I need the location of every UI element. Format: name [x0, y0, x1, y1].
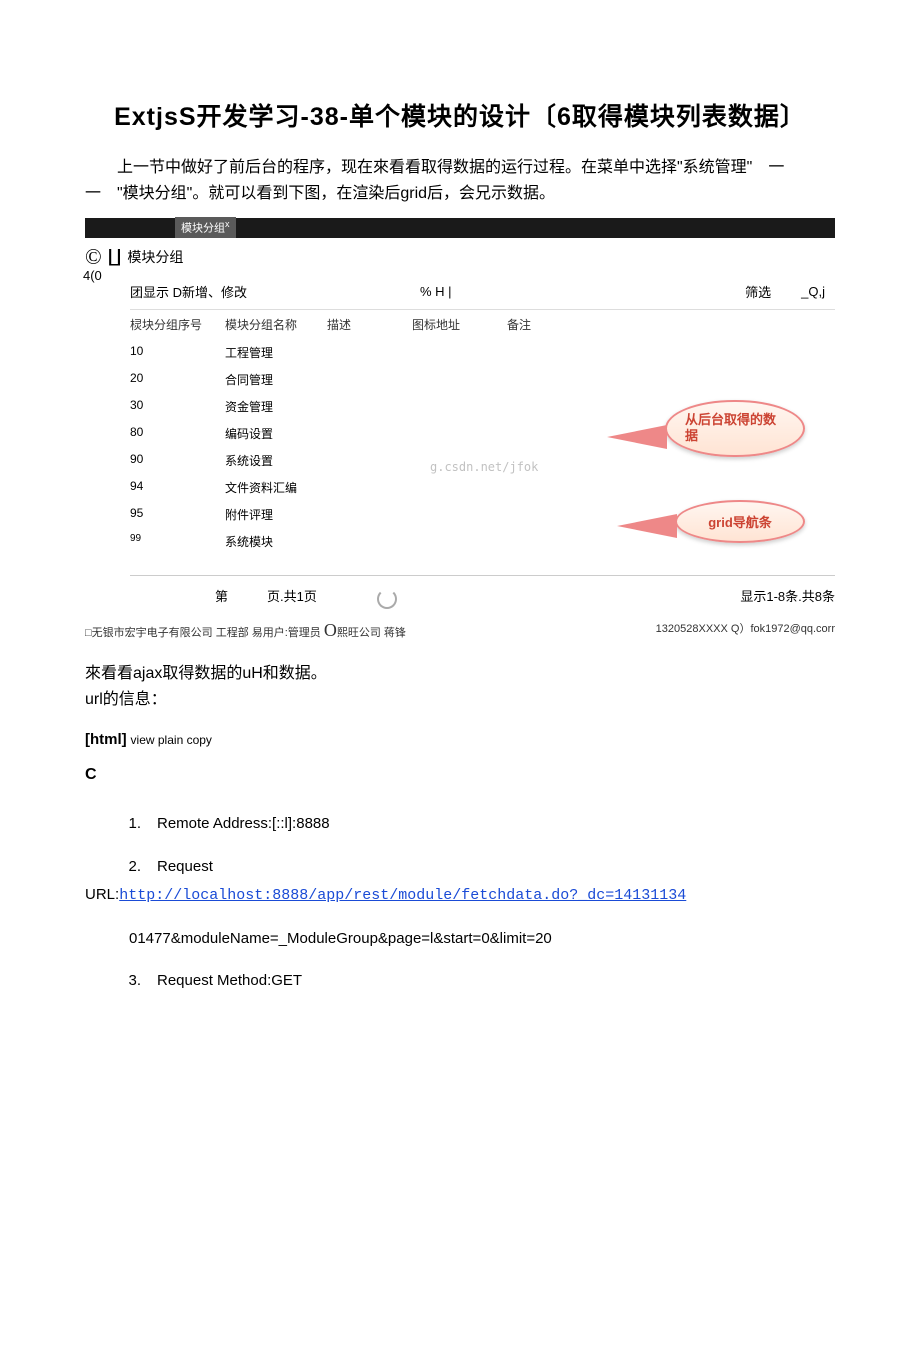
- list-item: Request Method:GET: [157, 972, 302, 989]
- pager-page[interactable]: 第 页.共1页: [215, 586, 317, 605]
- list-item: 01477&moduleName=_ModuleGroup&page=l&sta…: [85, 925, 835, 954]
- refresh-icon[interactable]: [377, 589, 397, 609]
- tab-bar: 模块分组x: [85, 218, 835, 238]
- code-label: [html] view plain copy: [85, 731, 835, 748]
- col-seq: 棂块分组序号: [130, 316, 225, 333]
- page-title: ExtjsS开发学习-38-单个模块的设计〔6取得模块列表数据〕: [85, 97, 835, 133]
- view-plain-copy[interactable]: view plain copy: [131, 733, 212, 747]
- status-left: □无银市宏宇电子有限公司 工程部 易用户:管理员 O熙旺公司 蒋锋: [85, 620, 406, 641]
- callout-data: 从后台取得的数据: [665, 400, 805, 458]
- list-item: Request: [157, 858, 213, 875]
- grid-header: 棂块分组序号 模块分组名称 描述 图标地址 备注: [130, 310, 835, 339]
- col-name: 模块分组名称: [225, 316, 327, 333]
- c-letter: C: [85, 766, 835, 784]
- group-title: 模块分组: [127, 247, 183, 267]
- ajax-text-2: url的信息：: [85, 687, 835, 713]
- count-label: 4(0: [83, 268, 102, 283]
- search-input[interactable]: _Q,j: [801, 284, 825, 299]
- intro-paragraph: 上一节中做好了前后台的程序，现在來看看取得数据的运行过程。在菜单中选择"系统管理…: [85, 155, 835, 208]
- bars-icon: ∐: [108, 246, 122, 267]
- table-row: 20合同管理: [130, 366, 835, 393]
- toolbar-mid[interactable]: % H |: [420, 284, 620, 299]
- app-screenshot: 模块分组x © ∐ 模块分组 4(0 团显示 D新增、修改 % H | 筛选 _…: [85, 218, 835, 641]
- request-list: 1.Remote Address:[::l]:8888 2.Request UR…: [85, 810, 835, 996]
- col-desc: 描述: [327, 316, 412, 333]
- list-item: Remote Address:[::l]:8888: [157, 815, 330, 832]
- col-remark: 备注: [507, 316, 567, 333]
- grid-toolbar: 团显示 D新增、修改 % H | 筛选 _Q,j: [130, 270, 835, 310]
- toolbar-show-add[interactable]: 团显示 D新增、修改: [130, 282, 420, 301]
- ajax-text-1: 來看看ajax取得数据的uH和数据。: [85, 661, 835, 687]
- status-bar: □无银市宏宇电子有限公司 工程部 易用户:管理员 O熙旺公司 蒋锋 132052…: [85, 614, 835, 641]
- table-row: 94文件资料汇编: [130, 474, 835, 501]
- callout-navbar: grid导航条: [675, 500, 805, 543]
- copyright-icon: ©: [85, 244, 102, 270]
- pager: 第 页.共1页 显示1-8条.共8条: [130, 575, 835, 614]
- status-right: 1320528XXXX Q）fok1972@qq.corr: [656, 620, 835, 641]
- col-icon: 图标地址: [412, 316, 507, 333]
- request-url[interactable]: http://localhost:8888/app/rest/module/fe…: [119, 887, 686, 904]
- watermark: g.csdn.net/jfok: [430, 460, 538, 474]
- tab-module-group[interactable]: 模块分组x: [175, 217, 236, 238]
- pager-info: 显示1-8条.共8条: [740, 586, 835, 605]
- table-row: 10工程管理: [130, 339, 835, 366]
- filter-label: 筛选: [745, 282, 771, 301]
